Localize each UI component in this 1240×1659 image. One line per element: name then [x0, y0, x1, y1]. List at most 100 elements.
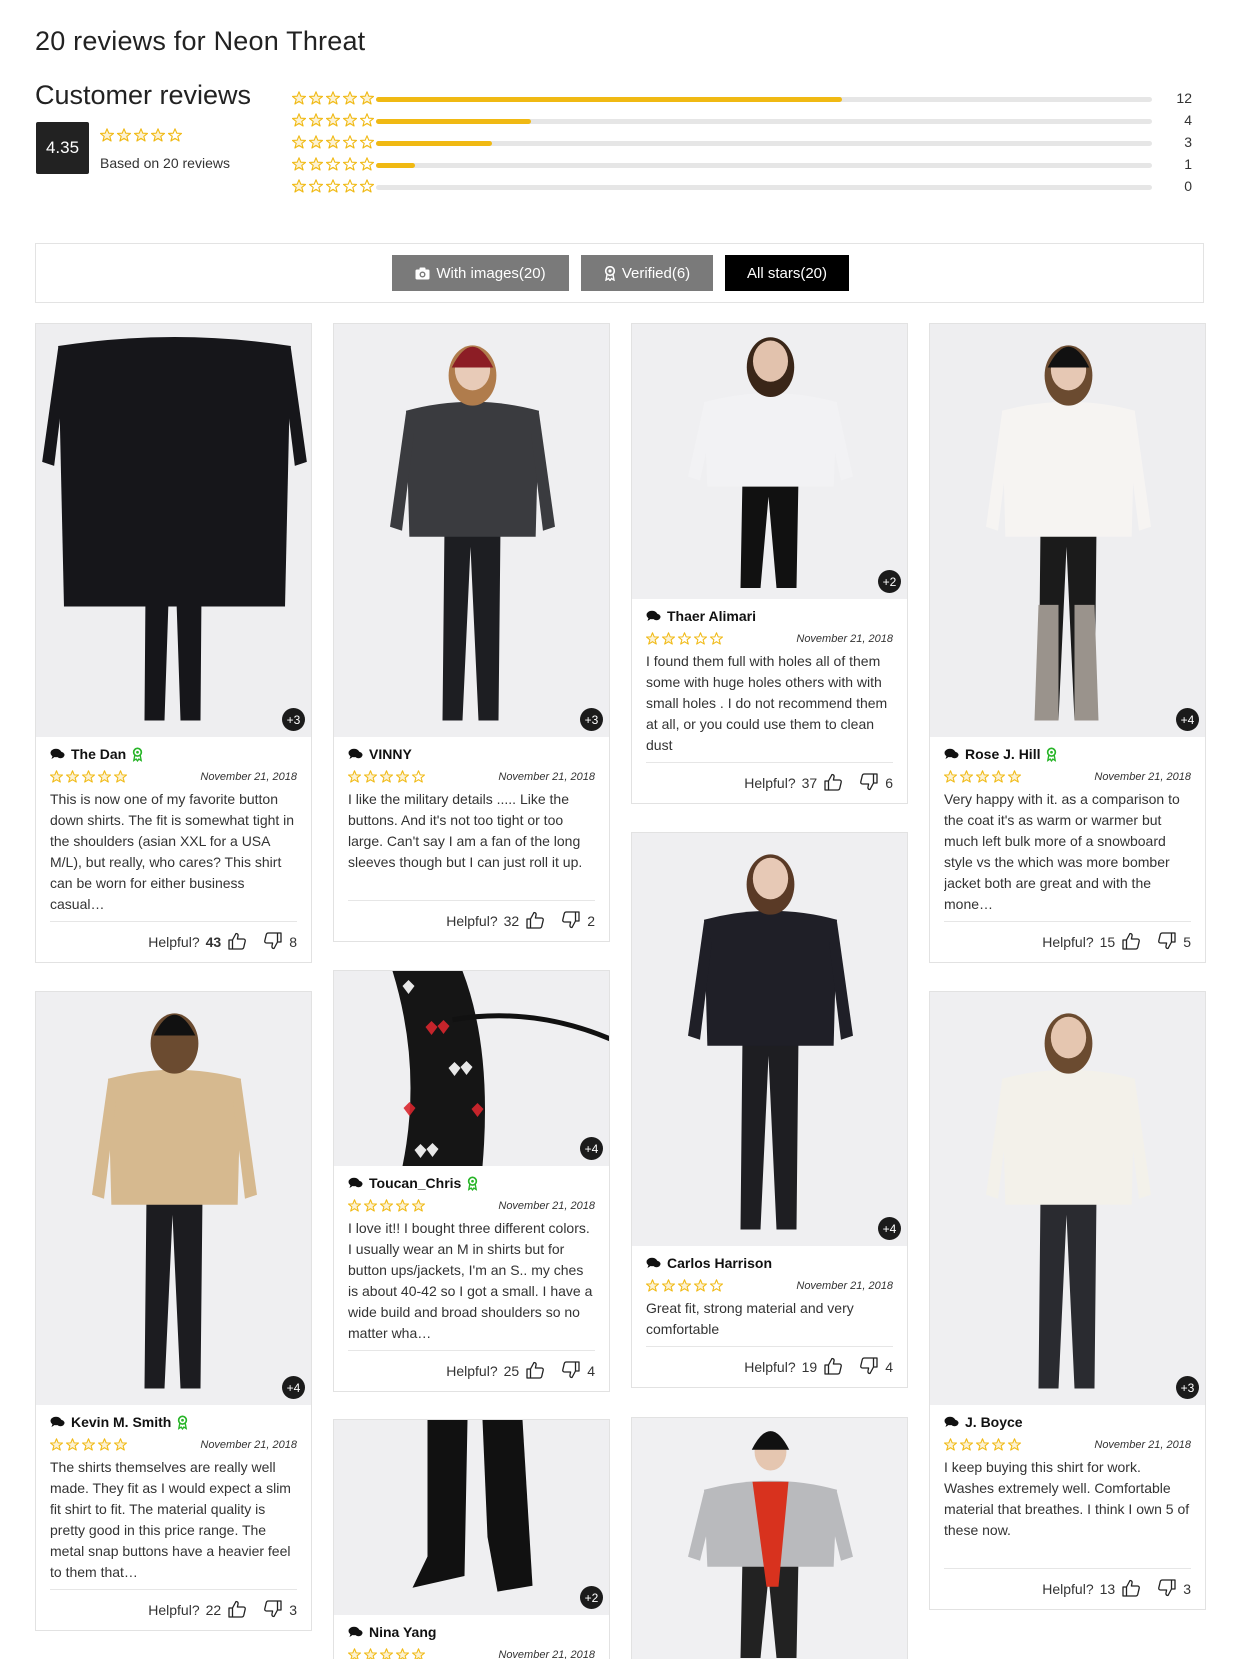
helpful-no-button[interactable]: [1157, 931, 1177, 954]
filter-all-stars-label: All stars(20): [746, 264, 828, 282]
review-body: Nina Yang November 21, 2018: [334, 1615, 609, 1659]
helpful-yes-button[interactable]: [1121, 931, 1141, 954]
review-card: +3 The Dan November 21, 2018 This is now on…: [35, 323, 312, 963]
review-card: +2 Thaer Alimari November 21, 2018 I found …: [631, 323, 908, 804]
helpful-no-button[interactable]: [859, 1356, 879, 1379]
review-photo[interactable]: +4: [36, 992, 311, 1405]
distribution-fill: [376, 163, 415, 168]
more-images-badge[interactable]: +4: [282, 1376, 305, 1399]
more-images-badge[interactable]: +3: [282, 708, 305, 731]
review-date: November 21, 2018: [200, 771, 297, 783]
distribution-row-2[interactable]: 1: [291, 156, 1192, 176]
more-images-badge[interactable]: +2: [878, 570, 901, 593]
review-body: Rose J. Hill November 21, 2018 Very happy …: [930, 737, 1205, 962]
more-images-badge[interactable]: +4: [1176, 708, 1199, 731]
review-meta: November 21, 2018: [347, 1196, 595, 1218]
review-card: +3 J. Boyce November 21, 2018 I keep buying…: [929, 991, 1206, 1610]
review-stars: [943, 770, 1024, 788]
more-images-badge[interactable]: +2: [580, 1586, 603, 1609]
review-photo[interactable]: +3: [36, 324, 311, 737]
thumbs-down-icon: [562, 1360, 580, 1378]
review-photo[interactable]: [632, 1418, 907, 1659]
more-images-badge[interactable]: +3: [580, 708, 603, 731]
distribution-count: 0: [1184, 178, 1192, 194]
average-rating-box: 4.35: [36, 122, 89, 174]
helpful-no-count: 8: [289, 934, 297, 950]
filter-bar: With images(20) Verified(6) All stars(20…: [35, 243, 1204, 303]
review-photo[interactable]: +4: [334, 971, 609, 1166]
camera-icon: [415, 267, 430, 279]
review-meta: November 21, 2018: [645, 629, 893, 651]
comments-icon: [944, 748, 959, 759]
review-author: Nina Yang: [369, 1624, 437, 1640]
review-photo[interactable]: +2: [632, 324, 907, 599]
helpful-row: Helpful? 13 3: [944, 1569, 1191, 1609]
review-photo[interactable]: +3: [334, 324, 609, 737]
helpful-row: Helpful? 22 3: [50, 1590, 297, 1630]
row-stars: [291, 91, 377, 110]
distribution-fill: [376, 141, 493, 146]
review-date: November 21, 2018: [796, 1280, 893, 1292]
filter-with-images-button[interactable]: With images(20): [392, 255, 569, 291]
verified-badge-icon: [1047, 747, 1057, 762]
helpful-no-count: 6: [885, 775, 893, 791]
author-row: Nina Yang: [348, 1623, 595, 1641]
filter-verified-button[interactable]: Verified(6): [581, 255, 713, 291]
comments-icon: [348, 748, 363, 759]
review-text: The shirts themselves are really well ma…: [50, 1459, 291, 1580]
filter-all-stars-button[interactable]: All stars(20): [725, 255, 849, 291]
helpful-no-count: 3: [1183, 1581, 1191, 1597]
helpful-no-button[interactable]: [561, 910, 581, 933]
distribution-row-4[interactable]: 4: [291, 112, 1192, 132]
helpful-yes-count: 32: [503, 913, 520, 929]
comments-icon: [646, 610, 661, 621]
review-photo[interactable]: +4: [930, 324, 1205, 737]
row-stars: [291, 113, 377, 132]
helpful-yes-button[interactable]: [525, 910, 545, 933]
review-photo[interactable]: +4: [632, 833, 907, 1246]
helpful-yes-button[interactable]: [227, 1599, 247, 1622]
row-stars: [291, 135, 377, 154]
review-date: November 21, 2018: [1094, 771, 1191, 783]
page-title: 20 reviews for Neon Threat: [35, 26, 366, 56]
review-meta: November 21, 2018: [347, 1645, 595, 1659]
author-row: VINNY: [348, 745, 595, 763]
review-date: November 21, 2018: [498, 1649, 595, 1659]
review-stars: [645, 1279, 726, 1297]
helpful-no-button[interactable]: [859, 772, 879, 795]
review-author: Toucan_Chris: [369, 1175, 462, 1191]
review-photo[interactable]: +2: [334, 1420, 609, 1615]
review-body: J. Boyce November 21, 2018 I keep buying t…: [930, 1405, 1205, 1609]
review-photo[interactable]: +3: [930, 992, 1205, 1405]
helpful-no-count: 5: [1183, 934, 1191, 950]
helpful-no-button[interactable]: [561, 1360, 581, 1383]
helpful-no-button[interactable]: [1157, 1578, 1177, 1601]
review-date: November 21, 2018: [498, 1200, 595, 1212]
more-images-badge[interactable]: +3: [1176, 1376, 1199, 1399]
thumbs-up-icon: [824, 1357, 843, 1375]
helpful-row: Helpful? 15 5: [944, 922, 1191, 962]
helpful-yes-count: 13: [1099, 1581, 1116, 1597]
helpful-no-button[interactable]: [263, 931, 283, 954]
helpful-label: Helpful?: [744, 1359, 796, 1375]
helpful-yes-button[interactable]: [1121, 1578, 1141, 1601]
helpful-no-count: 4: [587, 1363, 595, 1379]
row-stars: [291, 157, 377, 176]
helpful-yes-button[interactable]: [823, 772, 843, 795]
more-images-badge[interactable]: +4: [878, 1217, 901, 1240]
verified-badge-icon: [178, 1415, 188, 1430]
distribution-row-3[interactable]: 3: [291, 134, 1192, 154]
helpful-no-button[interactable]: [263, 1599, 283, 1622]
helpful-yes-button[interactable]: [525, 1360, 545, 1383]
distribution-count: 12: [1176, 90, 1192, 106]
helpful-yes-button[interactable]: [227, 931, 247, 954]
distribution-row-5[interactable]: 12: [291, 90, 1192, 110]
award-icon: [604, 265, 615, 281]
review-body: The Dan November 21, 2018 This is now one …: [36, 737, 311, 962]
distribution-row-1[interactable]: 0: [291, 178, 1192, 196]
distribution-count: 1: [1184, 156, 1192, 172]
comments-icon: [50, 1416, 65, 1427]
distribution-count: 3: [1184, 134, 1192, 150]
more-images-badge[interactable]: +4: [580, 1137, 603, 1160]
helpful-yes-button[interactable]: [823, 1356, 843, 1379]
